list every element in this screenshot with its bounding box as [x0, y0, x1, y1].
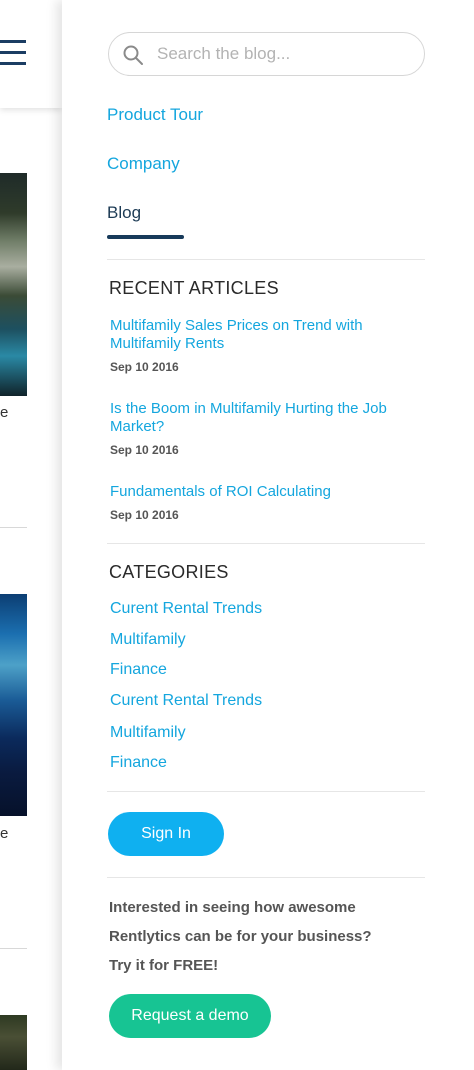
- article-date: Sep 10 2016: [110, 443, 179, 457]
- article-thumbnail[interactable]: [0, 173, 27, 396]
- category-link[interactable]: Multifamily: [110, 724, 186, 742]
- search-input[interactable]: [157, 33, 412, 75]
- article-thumbnail[interactable]: [0, 594, 27, 816]
- categories-heading: CATEGORIES: [109, 562, 229, 582]
- background-header: [0, 0, 62, 108]
- article-date: Sep 10 2016: [110, 360, 179, 374]
- recent-article-link[interactable]: Fundamentals of ROI Calculating: [110, 483, 410, 501]
- category-link[interactable]: Multifamily: [110, 631, 186, 649]
- recent-article-link[interactable]: Is the Boom in Multifamily Hurting the J…: [110, 400, 410, 436]
- active-nav-indicator: [107, 235, 184, 239]
- divider: [107, 543, 425, 544]
- divider: [107, 877, 425, 878]
- category-link[interactable]: Curent Rental Trends: [110, 692, 262, 710]
- category-link[interactable]: Finance: [110, 754, 167, 772]
- article-snippet: e: [0, 825, 9, 842]
- menu-icon[interactable]: [0, 40, 26, 66]
- category-link[interactable]: Curent Rental Trends: [110, 600, 262, 618]
- search-icon: [123, 45, 143, 65]
- nav-item-company[interactable]: Company: [107, 154, 180, 174]
- nav-item-product-tour[interactable]: Product Tour: [107, 105, 203, 125]
- divider: [107, 259, 425, 260]
- promo-line: Rentlytics can be for your business?: [109, 928, 372, 945]
- promo-text: Interested in seeing how awesome Rentlyt…: [109, 893, 419, 980]
- category-link[interactable]: Finance: [110, 661, 167, 679]
- article-snippet: e: [0, 404, 9, 421]
- sign-in-button[interactable]: Sign In: [108, 812, 224, 856]
- side-menu-panel: Product Tour Company Blog RECENT ARTICLE…: [62, 0, 474, 1070]
- article-thumbnail[interactable]: [0, 1015, 27, 1070]
- promo-line: Interested in seeing how awesome: [109, 899, 356, 916]
- search-box: [108, 32, 425, 76]
- article-date: Sep 10 2016: [110, 508, 179, 522]
- recent-article-link[interactable]: Multifamily Sales Prices on Trend with M…: [110, 317, 410, 353]
- request-demo-button[interactable]: Request a demo: [109, 994, 271, 1038]
- background-page: e e: [0, 0, 62, 1070]
- divider: [107, 791, 425, 792]
- recent-articles-heading: RECENT ARTICLES: [109, 278, 279, 298]
- divider: [0, 527, 27, 528]
- nav-item-blog[interactable]: Blog: [107, 203, 141, 223]
- promo-line: Try it for FREE!: [109, 957, 219, 974]
- divider: [0, 948, 27, 949]
